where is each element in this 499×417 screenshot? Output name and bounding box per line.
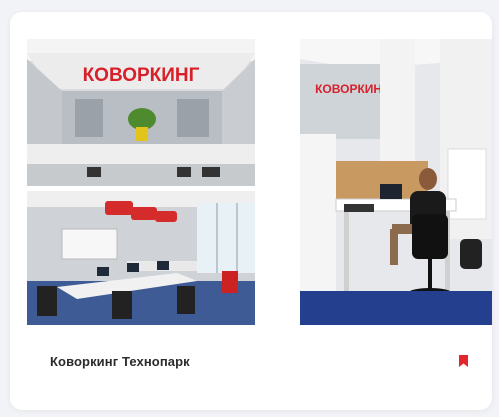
bookmark-icon[interactable] bbox=[459, 355, 468, 367]
photo-coworking-entrance[interactable]: КОВОРКИНГ bbox=[27, 39, 255, 186]
coworking-wall-sign: КОВОРКИНГ bbox=[315, 82, 389, 96]
coworking-sign-text: КОВОРКИНГ bbox=[83, 65, 200, 86]
coworking-card[interactable]: КОВОРКИНГ КОВОРКИНГ Коворкинг Технопарк bbox=[10, 12, 492, 410]
coworking-title[interactable]: Коворкинг Технопарк bbox=[50, 354, 190, 369]
photo-coworking-workstation[interactable]: КОВОРКИНГ bbox=[300, 39, 492, 325]
photo-coworking-desks[interactable] bbox=[27, 191, 255, 325]
